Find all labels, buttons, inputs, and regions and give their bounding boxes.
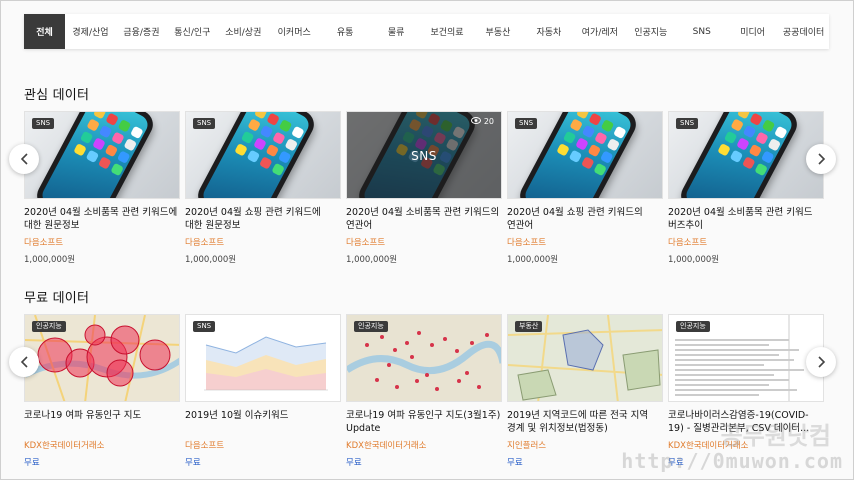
data-market-page: 전체 경제/산업 금융/증권 통신/인구 소비/상권 이커머스 유통 물류 보건… — [1, 1, 853, 479]
data-card[interactable]: SNS 2020년 04월 쇼핑 관련 키워드에 대한 원문정보 다음소프트 1… — [185, 111, 341, 265]
card-provider: 다음소프트 — [185, 238, 225, 248]
data-card[interactable]: 인공지능 코로나바이러스감염증-19(COVID-19) - 질병관리본부, C… — [668, 314, 824, 468]
card-title[interactable]: 2020년 04월 소비품목 관련 키워드 버즈추이 — [668, 206, 824, 232]
card-provider: 다음소프트 — [24, 238, 64, 248]
card-title[interactable]: 코로나19 여파 유동인구 지도 — [24, 409, 180, 435]
tab-realestate[interactable]: 부동산 — [473, 14, 524, 49]
card-thumbnail[interactable]: SNS — [185, 111, 341, 199]
tab-all[interactable]: 전체 — [24, 14, 65, 49]
section-title-interest: 관심 데이터 — [24, 88, 90, 103]
carousel-next-button[interactable] — [806, 144, 836, 174]
data-card[interactable]: SNS 2020년 04월 쇼핑 관련 키워드의 연관어 다음소프트 1,000… — [507, 111, 663, 265]
tab-health[interactable]: 보건의료 — [422, 14, 473, 49]
card-title[interactable]: 2020년 04월 소비품목 관련 키워드의 연관어 — [346, 206, 502, 232]
tab-consumer[interactable]: 소비/상권 — [218, 14, 269, 49]
tab-ecommerce[interactable]: 이커머스 — [269, 14, 320, 49]
category-badge: SNS — [193, 321, 216, 332]
tab-logistics[interactable]: 물류 — [371, 14, 422, 49]
data-card[interactable]: 인공지능 코로나19 여파 유동인구 지도(3월1주) Update KDX한국… — [346, 314, 502, 468]
card-price: 무료 — [668, 458, 684, 468]
card-title[interactable]: 코로나바이러스감염증-19(COVID-19) - 질병관리본부, CSV 데이… — [668, 409, 824, 435]
category-badge: SNS — [676, 118, 699, 129]
data-card[interactable]: SNS 20 2020년 04월 소비품목 관련 키워드의 연관어 다음소프트 … — [346, 111, 502, 265]
tab-leisure[interactable]: 여가/레저 — [574, 14, 625, 49]
hover-category-label: SNS — [411, 149, 437, 163]
card-provider: 다음소프트 — [346, 238, 386, 248]
interest-data-carousel: SNS 2020년 04월 소비품목 관련 키워드에 대한 원문정보 다음소프트… — [24, 111, 829, 265]
carousel-prev-button[interactable] — [9, 347, 39, 377]
category-badge: 부동산 — [515, 321, 543, 332]
tab-public-data[interactable]: 공공데이터 — [778, 14, 829, 49]
card-price: 무료 — [507, 458, 523, 468]
card-provider: KDX한국데이터거래소 — [24, 441, 105, 451]
card-provider: 다음소프트 — [507, 238, 547, 248]
card-price: 1,000,000원 — [24, 255, 76, 265]
card-thumbnail[interactable]: 인공지능 — [24, 314, 180, 402]
tab-telecom[interactable]: 통신/인구 — [167, 14, 218, 49]
category-tab-bar: 전체 경제/산업 금융/증권 통신/인구 소비/상권 이커머스 유통 물류 보건… — [24, 14, 829, 49]
card-provider: 다음소프트 — [668, 238, 708, 248]
category-badge: 인공지능 — [354, 321, 388, 332]
tab-distribution[interactable]: 유통 — [320, 14, 371, 49]
carousel-prev-button[interactable] — [9, 144, 39, 174]
view-count: 20 — [470, 117, 494, 126]
section-title-free: 무료 데이터 — [24, 291, 90, 306]
card-provider: 지인플러스 — [507, 441, 547, 451]
category-badge: 인공지능 — [676, 321, 710, 332]
eye-icon — [470, 117, 481, 126]
data-card[interactable]: SNS 2020년 04월 소비품목 관련 키워드에 대한 원문정보 다음소프트… — [24, 111, 180, 265]
card-thumbnail[interactable]: 부동산 — [507, 314, 663, 402]
card-price: 무료 — [185, 458, 201, 468]
chevron-left-icon — [20, 150, 29, 169]
card-price: 1,000,000원 — [346, 255, 398, 265]
tab-media[interactable]: 미디어 — [727, 14, 778, 49]
card-title[interactable]: 2020년 04월 쇼핑 관련 키워드에 대한 원문정보 — [185, 206, 341, 232]
card-thumbnail[interactable]: SNS — [507, 111, 663, 199]
card-title[interactable]: 2019년 10월 이슈키워드 — [185, 409, 341, 435]
card-price: 1,000,000원 — [507, 255, 559, 265]
card-title[interactable]: 코로나19 여파 유동인구 지도(3월1주) Update — [346, 409, 502, 435]
free-data-carousel: 인공지능 코로나19 여파 유동인구 지도 KDX한국데이터거래소 무료 SNS… — [24, 314, 829, 468]
chevron-right-icon — [817, 353, 826, 372]
data-card[interactable]: 인공지능 코로나19 여파 유동인구 지도 KDX한국데이터거래소 무료 — [24, 314, 180, 468]
card-thumbnail[interactable]: SNS — [24, 111, 180, 199]
card-title[interactable]: 2019년 지역코드에 따른 전국 지역 경계 및 위치정보(법정동) — [507, 409, 663, 435]
card-thumbnail[interactable]: 인공지능 — [668, 314, 824, 402]
category-badge: SNS — [32, 118, 55, 129]
card-title[interactable]: 2020년 04월 소비품목 관련 키워드에 대한 원문정보 — [24, 206, 180, 232]
tab-automobile[interactable]: 자동차 — [523, 14, 574, 49]
tab-finance[interactable]: 금융/증권 — [116, 14, 167, 49]
card-price: 1,000,000원 — [185, 255, 237, 265]
tab-economy[interactable]: 경제/산업 — [65, 14, 116, 49]
card-price: 무료 — [346, 458, 362, 468]
chevron-left-icon — [20, 353, 29, 372]
carousel-next-button[interactable] — [806, 347, 836, 377]
card-thumbnail[interactable]: SNS 20 — [346, 111, 502, 199]
card-title[interactable]: 2020년 04월 쇼핑 관련 키워드의 연관어 — [507, 206, 663, 232]
data-card[interactable]: 부동산 2019년 지역코드에 따른 전국 지역 경계 및 위치정보(법정동) … — [507, 314, 663, 468]
card-provider: 다음소프트 — [185, 441, 225, 451]
view-count-value: 20 — [483, 117, 494, 126]
card-price: 무료 — [24, 458, 40, 468]
category-badge: 인공지능 — [32, 321, 66, 332]
category-badge: SNS — [515, 118, 538, 129]
tab-ai[interactable]: 인공지능 — [625, 14, 676, 49]
data-card[interactable]: SNS 2020년 04월 소비품목 관련 키워드 버즈추이 다음소프트 1,0… — [668, 111, 824, 265]
card-provider: KDX한국데이터거래소 — [346, 441, 427, 451]
card-thumbnail[interactable]: 인공지능 — [346, 314, 502, 402]
category-badge: SNS — [193, 118, 216, 129]
tab-sns[interactable]: SNS — [676, 14, 727, 49]
card-thumbnail[interactable]: SNS — [668, 111, 824, 199]
card-price: 1,000,000원 — [668, 255, 720, 265]
chevron-right-icon — [817, 150, 826, 169]
data-card[interactable]: SNS 2019년 10월 이슈키워드 다음소프트 무료 — [185, 314, 341, 468]
card-provider: KDX한국데이터거래소 — [668, 441, 749, 451]
card-thumbnail[interactable]: SNS — [185, 314, 341, 402]
